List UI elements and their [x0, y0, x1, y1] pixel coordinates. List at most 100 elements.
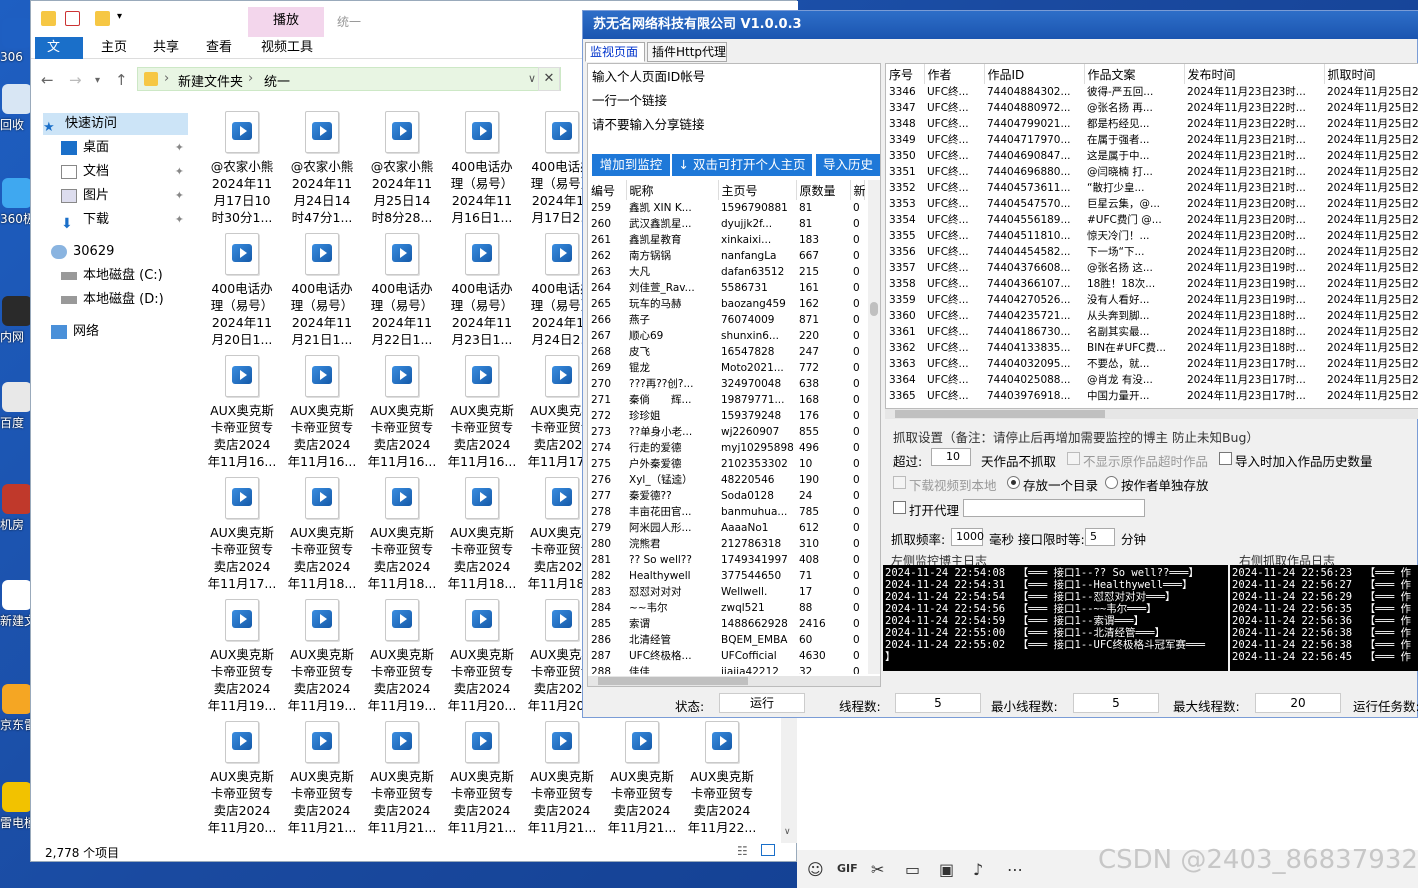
- desktop-shortcut[interactable]: 内网: [0, 296, 32, 345]
- table-row[interactable]: 3353 UFC终... 74404547570... 巨星云集，@... 2024年1…: [886, 196, 1418, 212]
- table-row[interactable]: 280 浣熊君 212786318 310 0: [588, 536, 864, 552]
- new-folder-icon[interactable]: [95, 11, 110, 26]
- works-table-hscrollbar[interactable]: [885, 409, 1418, 419]
- table-row[interactable]: 273 ??单身小老... wj2260907 855 0: [588, 424, 864, 440]
- table-row[interactable]: 3350 UFC终... 74404690847... 这是属于中... 2024年11…: [886, 148, 1418, 164]
- left-table-scrollbar[interactable]: [868, 180, 880, 674]
- table-row[interactable]: 272 珍珍姐 159379248 176 0: [588, 408, 864, 424]
- table-row[interactable]: 3346 UFC终... 74404884302... 彼得-严五回... 2024年1…: [886, 84, 1418, 100]
- column-header[interactable]: 抓取时间: [1324, 64, 1418, 84]
- video-file[interactable]: AUX奥克斯 卡帝亚贸专 卖店2024 年11月21...: [283, 721, 361, 836]
- table-row[interactable]: 275 户外秦爱德 2102353302 10 0: [588, 456, 864, 472]
- table-row[interactable]: 3347 UFC终... 74404880972... @张名扬 再... 2024年1…: [886, 100, 1418, 116]
- table-row[interactable]: 260 武汉鑫凯星... dyujjk2f... 81 0: [588, 216, 864, 232]
- scroll-down-icon[interactable]: ∨: [784, 827, 791, 837]
- left-table-hscrollbar[interactable]: [588, 676, 880, 686]
- desktop-shortcut[interactable]: 机房: [0, 484, 32, 533]
- table-row[interactable]: 3355 UFC终... 74404511810... 惊天冷门！... 2024年11…: [886, 228, 1418, 244]
- table-row[interactable]: 270 ???再??创?... 324970048 638 0: [588, 376, 864, 392]
- play-context-tab[interactable]: 播放: [248, 7, 324, 37]
- save-one-dir-radio[interactable]: [1007, 476, 1020, 489]
- table-row[interactable]: 3354 UFC终... 74404556189... #UFC费门 @... 2024…: [886, 212, 1418, 228]
- table-row[interactable]: 265 玩车的马赫 baozang459 162 0: [588, 296, 864, 312]
- table-row[interactable]: 3357 UFC终... 74404376608... @张名扬 这... 2024年1…: [886, 260, 1418, 276]
- video-file[interactable]: 400电话办 理（易号） 2024年11 月16日1...: [443, 111, 521, 226]
- table-row[interactable]: 274 行走的爱德 myj10295898 496 0: [588, 440, 864, 456]
- import-history-button[interactable]: 导入历史: [816, 154, 880, 176]
- nav-pictures[interactable]: 图片 ✦: [61, 185, 188, 207]
- back-arrow-icon[interactable]: ←: [41, 71, 54, 89]
- table-row[interactable]: 3361 UFC终... 74404186730... 名副其实最... 2024年11…: [886, 324, 1418, 340]
- table-row[interactable]: 3363 UFC终... 74404032095... 不要怂，就... 2024年11…: [886, 356, 1418, 372]
- table-row[interactable]: 3360 UFC终... 74404235721... 从头奔到脚... 2024年11…: [886, 308, 1418, 324]
- hscroll-thumb[interactable]: [598, 677, 748, 685]
- table-row[interactable]: 288 佳佳 jiajia42212 32 0: [588, 664, 864, 675]
- table-row[interactable]: 285 索谓 1488662928 2416 0: [588, 616, 864, 632]
- table-row[interactable]: 264 刘佳萱_Rav... 5586731 161 0: [588, 280, 864, 296]
- table-row[interactable]: 263 大凡 dafan63512 215 0: [588, 264, 864, 280]
- video-file[interactable]: 400电话办 理（易号） 2024年11 月20日1...: [203, 233, 281, 348]
- column-header[interactable]: 新: [850, 180, 866, 200]
- video-file[interactable]: 400电话办 理（易号） 2024年11 月21日1...: [283, 233, 361, 348]
- import-history-checkbox[interactable]: [1219, 452, 1232, 465]
- tab-view[interactable]: 查看: [194, 37, 244, 59]
- tab-http-proxy[interactable]: 插件Http代理: [647, 42, 727, 62]
- no-show-old-checkbox[interactable]: [1067, 452, 1080, 465]
- video-file[interactable]: AUX奥克斯 卡帝亚贸专 卖店2024 年11月16...: [443, 355, 521, 470]
- desktop-shortcut[interactable]: 回收: [0, 84, 32, 133]
- table-row[interactable]: 261 鑫凯星教育 xinkaixi... 183 0: [588, 232, 864, 248]
- table-row[interactable]: 276 Xyl_（锰逵） 48220546 190 0: [588, 472, 864, 488]
- table-row[interactable]: 3352 UFC终... 74404573611... “散打少皇... 2024年11…: [886, 180, 1418, 196]
- table-row[interactable]: 262 南方锅锅 nanfangLa 667 0: [588, 248, 864, 264]
- hscroll-thumb[interactable]: [895, 410, 1105, 418]
- table-row[interactable]: 284 ~~韦尔 zwql521 88 0: [588, 600, 864, 616]
- nav-drive-d[interactable]: 本地磁盘 (D:): [61, 289, 206, 311]
- table-row[interactable]: 268 皮飞 16547828 247 0: [588, 344, 864, 360]
- table-row[interactable]: 278 丰亩花田官... banmuhua... 785 0: [588, 504, 864, 520]
- add-monitor-button[interactable]: 增加到监控: [592, 154, 670, 176]
- video-file[interactable]: AUX奥克斯 卡帝亚贸专 卖店2024 年11月19...: [363, 599, 441, 714]
- table-row[interactable]: 266 燕子 76074009 871 0: [588, 312, 864, 328]
- desktop-shortcut[interactable]: 雷电模: [0, 782, 36, 831]
- table-row[interactable]: 286 北清经管 BQEM_EMBA 60 0: [588, 632, 864, 648]
- quick-access-dropdown-icon[interactable]: ▾: [117, 11, 122, 22]
- video-file[interactable]: @农家小熊 2024年11 月25日14 时8分28...: [363, 111, 441, 226]
- large-icons-view-icon[interactable]: [761, 844, 775, 856]
- tab-video-tools[interactable]: 视频工具: [249, 37, 325, 59]
- video-file[interactable]: AUX奥克斯 卡帝亚贸专 卖店2024 年11月19...: [203, 599, 281, 714]
- nav-quick-access[interactable]: ★ 快速访问: [43, 113, 188, 135]
- download-local-checkbox[interactable]: [893, 476, 906, 489]
- nav-network[interactable]: 网络: [51, 321, 196, 343]
- video-file[interactable]: AUX奥克斯 卡帝亚贸专 卖店2024 年11月21...: [523, 721, 601, 836]
- column-header[interactable]: 编号: [588, 180, 627, 200]
- wait-input[interactable]: 5: [1085, 528, 1115, 546]
- video-file[interactable]: @农家小熊 2024年11 月17日10 时30分1...: [203, 111, 281, 226]
- desktop-shortcut[interactable]: 京东雷 2024-: [0, 684, 75, 733]
- column-header[interactable]: 作品ID: [984, 64, 1085, 84]
- table-row[interactable]: 259 鑫凯 XIN K... 1596790881 81 0: [588, 200, 864, 216]
- breadcrumb-current[interactable]: 统一: [264, 71, 290, 90]
- video-file[interactable]: AUX奥克斯 卡帝亚贸专 卖店2024 年11月21...: [363, 721, 441, 836]
- table-row[interactable]: 3365 UFC终... 74403976918... 中国力量开... 2024年11…: [886, 388, 1418, 404]
- table-row[interactable]: 269 锟龙 Moto2021... 772 0: [588, 360, 864, 376]
- column-header[interactable]: 序号: [886, 64, 925, 84]
- recent-dropdown-icon[interactable]: ▾: [95, 75, 100, 86]
- table-row[interactable]: 3359 UFC终... 74404270526... 没有人看好... 2024年11…: [886, 292, 1418, 308]
- column-header[interactable]: 作者: [924, 64, 985, 84]
- tab-home[interactable]: 主页: [89, 37, 139, 59]
- video-file[interactable]: AUX奥克斯 卡帝亚贸专 卖店2024 年11月16...: [363, 355, 441, 470]
- scissors-icon[interactable]: ✂: [871, 860, 884, 879]
- video-file[interactable]: AUX奥克斯 卡帝亚贸专 卖店2024 年11月19...: [283, 599, 361, 714]
- open-proxy-checkbox[interactable]: [893, 501, 906, 514]
- emoji-icon[interactable]: ☺: [807, 860, 824, 879]
- table-row[interactable]: 277 秦爱德?? Soda0128 24 0: [588, 488, 864, 504]
- video-file[interactable]: AUX奥克斯 卡帝亚贸专 卖店2024 年11月21...: [603, 721, 681, 836]
- column-header[interactable]: 主页号: [718, 180, 797, 200]
- tab-monitor[interactable]: 监视页面: [585, 42, 645, 62]
- video-file[interactable]: AUX奥克斯 卡帝亚贸专 卖店2024 年11月20...: [203, 721, 281, 836]
- tab-file[interactable]: 文件: [35, 37, 83, 77]
- folder-icon[interactable]: [41, 11, 56, 26]
- table-row[interactable]: 267 顺心69 shunxin6... 220 0: [588, 328, 864, 344]
- video-file[interactable]: AUX奥克斯 卡帝亚贸专 卖店2024 年11月18...: [363, 477, 441, 592]
- proxy-input[interactable]: [963, 499, 1145, 517]
